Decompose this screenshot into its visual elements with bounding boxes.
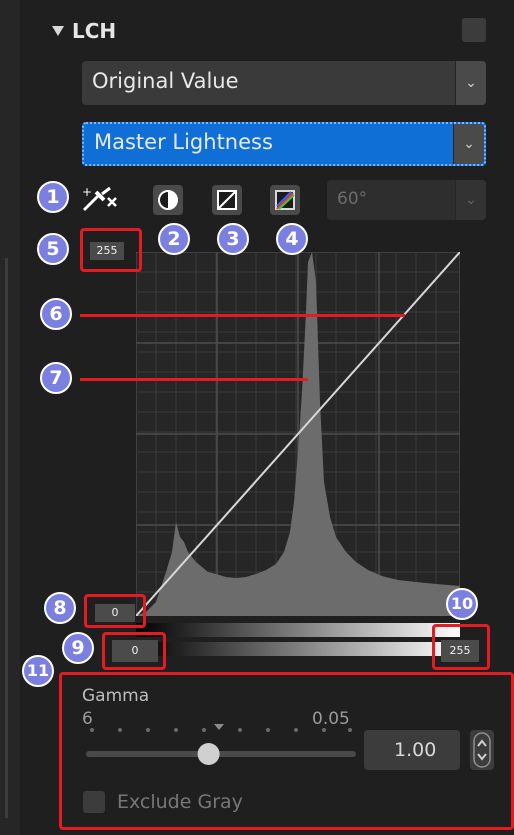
callout-1: 1 xyxy=(37,181,69,213)
callout-7: 7 xyxy=(40,362,72,394)
callout-3: 3 xyxy=(217,223,249,255)
svg-text:+: + xyxy=(82,185,92,199)
hue-angle-value: 60° xyxy=(337,189,368,209)
callout-11: 11 xyxy=(22,655,54,687)
color-curve-button[interactable] xyxy=(270,185,300,215)
input-gradient-bar xyxy=(136,623,460,637)
chevron-down-icon: ⌄ xyxy=(453,124,484,164)
highlight-box-11 xyxy=(59,672,514,830)
hue-angle-dropdown[interactable]: 60° ⌄ xyxy=(327,180,486,220)
curve-graph[interactable] xyxy=(135,251,461,617)
channel-dropdown-value: Master Lightness xyxy=(94,130,273,154)
collapse-arrow-icon[interactable] xyxy=(52,26,64,36)
version-dropdown[interactable]: Original Value ⌄ xyxy=(82,61,486,105)
highlight-box-10 xyxy=(432,624,490,670)
chevron-down-icon: ⌄ xyxy=(455,180,486,220)
highlight-box-9 xyxy=(102,632,166,670)
callout-6: 6 xyxy=(40,298,72,330)
version-dropdown-value: Original Value xyxy=(92,69,239,93)
contrast-auto-button[interactable] xyxy=(153,185,183,215)
callout-line-7 xyxy=(80,378,308,381)
panel-enable-checkbox[interactable] xyxy=(462,18,486,42)
callout-2: 2 xyxy=(158,223,190,255)
callout-5: 5 xyxy=(37,233,69,265)
eyedropper-plus-icon[interactable]: + xyxy=(80,184,120,216)
chevron-down-icon: ⌄ xyxy=(455,61,486,105)
highlight-box-8 xyxy=(84,594,146,628)
reset-curve-button[interactable] xyxy=(212,185,242,215)
output-gradient-bar xyxy=(136,642,460,656)
callout-10: 10 xyxy=(446,588,478,620)
callout-4: 4 xyxy=(276,223,308,255)
callout-8: 8 xyxy=(44,592,76,624)
callout-line-6 xyxy=(80,314,405,317)
channel-dropdown[interactable]: Master Lightness ⌄ xyxy=(82,122,486,166)
left-scroll-track[interactable] xyxy=(5,258,8,818)
left-gutter xyxy=(0,0,21,835)
highlight-box-5 xyxy=(80,228,142,272)
callout-9: 9 xyxy=(62,632,94,664)
panel-title: LCH xyxy=(72,19,117,43)
